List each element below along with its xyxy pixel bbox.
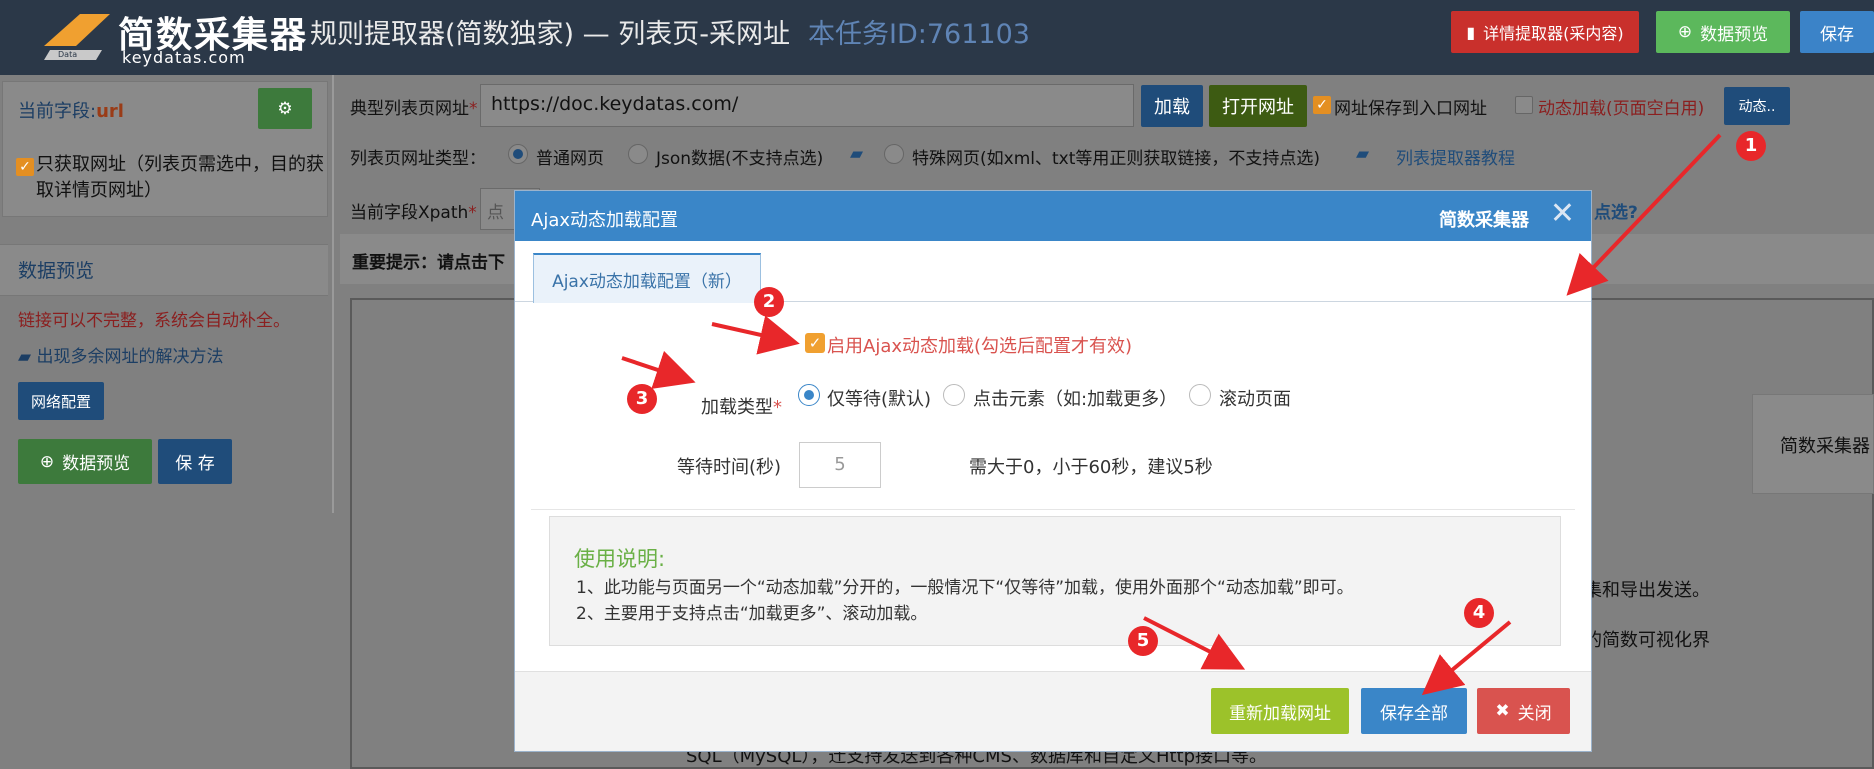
tutorial-link[interactable]: 列表提取器教程 xyxy=(1396,144,1515,169)
current-field-value: url xyxy=(96,101,124,122)
load-type-scroll-label: 滚动页面 xyxy=(1219,389,1291,410)
usage-note-title: 使用说明: xyxy=(574,547,666,571)
task-id: 本任务ID:761103 xyxy=(808,19,1030,50)
type-json-radio[interactable] xyxy=(628,144,648,164)
only-fetch-label: 只获取网址（列表页需选中，目的获取详情页网址） xyxy=(36,154,324,201)
usage-note: 使用说明: 1、此功能与页面另一个“动态加载”分开的，一般情况下“仅等待”加载，… xyxy=(549,516,1561,646)
annotation-badge-4: 4 xyxy=(1464,598,1494,628)
header-save-button[interactable]: 保存 xyxy=(1800,11,1874,53)
gear-icon: ⚙ xyxy=(277,98,293,119)
usage-note-line-2: 2、主要用于支持点击“加载更多”、滚动加载。 xyxy=(576,604,928,624)
reload-url-button[interactable]: 重新加载网址 xyxy=(1211,688,1349,734)
type-special-label: 特殊网页(如xml、txt等用正则获取链接，不支持点选) xyxy=(912,149,1320,169)
sidebar-save-button[interactable]: 保 存 xyxy=(158,439,232,484)
book-icon: ▰ xyxy=(18,347,32,367)
load-type-wait-radio[interactable] xyxy=(798,384,820,406)
network-config-button[interactable]: 网络配置 xyxy=(18,382,104,420)
type-normal-label: 普通网页 xyxy=(536,149,604,169)
modal-brand: 简数采集器 xyxy=(1439,210,1529,231)
bg-text-1: 集和导出发送。 xyxy=(1584,580,1710,601)
enable-ajax-checkbox[interactable]: ✓ xyxy=(805,333,825,353)
close-icon[interactable]: ✕ xyxy=(1550,197,1575,231)
book-icon: ▰ xyxy=(1356,144,1370,164)
svg-text:Data: Data xyxy=(58,50,77,59)
load-type-label-text: 加载类型 xyxy=(701,397,773,418)
list-url-input[interactable]: https://doc.keydatas.com/ xyxy=(480,84,1134,127)
close-button-label: 关闭 xyxy=(1517,703,1552,724)
field-settings-button[interactable]: ⚙ xyxy=(258,88,312,129)
bg-text-2: 的简数可视化界 xyxy=(1584,630,1710,651)
enable-ajax-label: 启用Ajax动态加载(勾选后配置才有效) xyxy=(827,336,1133,357)
dynamic-load-checkbox[interactable] xyxy=(1515,96,1533,114)
save-to-entry-checkbox[interactable]: ✓ xyxy=(1313,96,1331,114)
preview-section-title: 数据预览 xyxy=(18,260,95,282)
wait-time-hint: 需大于0，小于60秒，建议5秒 xyxy=(969,457,1213,478)
save-to-entry-label: 网址保存到入口网址 xyxy=(1334,99,1487,119)
annotation-badge-5: 5 xyxy=(1128,626,1158,656)
current-field-label: 当前字段: xyxy=(18,101,97,122)
url-label-text: 典型列表页网址 xyxy=(350,99,469,119)
sidebar-preview-button[interactable]: ⊕ 数据预览 xyxy=(18,439,152,484)
load-type-click-radio[interactable] xyxy=(943,384,965,406)
sidebar-divider xyxy=(332,75,334,513)
usage-note-line-1: 1、此功能与页面另一个“动态加载”分开的，一般情况下“仅等待”加载，使用外面那个… xyxy=(576,578,1354,598)
solution-link[interactable]: ▰ 出现多余网址的解决方法 xyxy=(18,342,223,367)
page-title: 规则提取器(简数独家) — 列表页-采网址 xyxy=(310,19,790,50)
annotation-badge-1: 1 xyxy=(1736,131,1766,161)
xpath-help-link[interactable]: 点选? xyxy=(1594,198,1638,223)
link-warning-text: 链接可以不完整，系统会自动补全。 xyxy=(18,311,290,331)
xpath-label: 当前字段Xpath* xyxy=(350,203,477,223)
wait-time-input[interactable]: 5 xyxy=(799,442,881,488)
close-button[interactable]: ✖ 关闭 xyxy=(1477,688,1570,734)
xpath-label-text: 当前字段Xpath xyxy=(350,203,469,223)
search-icon: ⊕ xyxy=(39,451,55,472)
logo-icon: Data xyxy=(44,14,110,60)
url-type-label: 列表页网址类型： xyxy=(350,149,486,169)
load-type-scroll-radio[interactable] xyxy=(1189,384,1211,406)
annotation-badge-3: 3 xyxy=(627,384,657,414)
file-icon: ▮ xyxy=(1466,22,1476,42)
only-fetch-checkbox[interactable]: ✓ xyxy=(16,158,34,176)
times-icon: ✖ xyxy=(1495,701,1510,721)
header-preview-button[interactable]: ⊕ 数据预览 xyxy=(1656,11,1790,53)
load-button[interactable]: 加载 xyxy=(1141,85,1203,127)
ajax-config-modal: Ajax动态加载配置 简数采集器 ✕ Ajax动态加载配置（新） ✓ 启用Aja… xyxy=(514,190,1592,752)
modal-divider xyxy=(531,509,1575,510)
open-url-button[interactable]: 打开网址 xyxy=(1209,85,1307,127)
tab-ajax-config[interactable]: Ajax动态加载配置（新） xyxy=(533,253,761,303)
header-preview-label: 数据预览 xyxy=(1700,24,1769,45)
wait-time-label: 等待时间(秒) xyxy=(677,457,782,478)
modal-header: Ajax动态加载配置 简数采集器 ✕ xyxy=(515,191,1591,241)
type-json-label: Json数据(不支持点选) xyxy=(656,149,824,169)
dynamic-load-label: 动态加载(页面空白用) xyxy=(1538,99,1705,119)
detail-extractor-label: 详情提取器(采内容) xyxy=(1483,24,1624,43)
logo-domain: keydatas.com xyxy=(122,48,246,67)
save-all-button[interactable]: 保存全部 xyxy=(1361,688,1467,734)
url-label: 典型列表页网址* xyxy=(350,99,478,119)
type-special-radio[interactable] xyxy=(884,144,904,164)
type-normal-radio[interactable] xyxy=(508,144,528,164)
load-type-wait-label: 仅等待(默认) xyxy=(827,389,932,410)
dynamic-config-button[interactable]: 动态.. xyxy=(1724,87,1790,125)
right-brand-text: 简数采集器 xyxy=(1780,436,1870,457)
solution-link-label: 出现多余网址的解决方法 xyxy=(36,347,224,367)
sidebar-preview-label: 数据预览 xyxy=(62,454,131,474)
load-type-label: 加载类型* xyxy=(701,397,782,418)
load-type-click-label: 点击元素（如:加载更多） xyxy=(973,389,1178,410)
annotation-badge-2: 2 xyxy=(754,287,784,317)
search-icon: ⊕ xyxy=(1677,22,1693,42)
current-field: 当前字段:url xyxy=(18,97,124,123)
important-hint: 重要提示：请点击下 xyxy=(352,253,505,273)
modal-title: Ajax动态加载配置 xyxy=(531,210,678,231)
detail-extractor-button[interactable]: ▮ 详情提取器(采内容) xyxy=(1451,11,1639,53)
book-icon: ▰ xyxy=(850,144,864,164)
